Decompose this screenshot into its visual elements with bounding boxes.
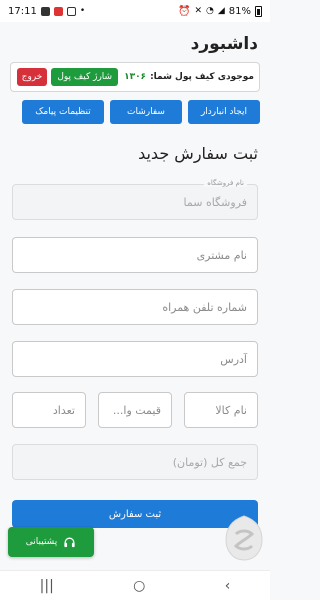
orders-button[interactable]: سفارشات	[110, 100, 182, 124]
quantity-placeholder: تعداد	[52, 403, 75, 417]
sms-settings-button[interactable]: تنظیمات پیامک	[22, 100, 104, 124]
phone-input[interactable]: شماره تلفن همراه	[12, 289, 258, 325]
customer-name-placeholder: نام مشتری	[196, 248, 247, 262]
address-input[interactable]: آدرس	[12, 341, 258, 377]
phone-placeholder: شماره تلفن همراه	[162, 300, 247, 314]
customer-name-input[interactable]: نام مشتری	[12, 237, 258, 273]
headset-icon	[63, 536, 76, 549]
wallet-card: موجودی کیف پول شما: ۱۳۰۶ شارژ کیف پول خر…	[10, 62, 260, 92]
product-name-input[interactable]: نام کالا	[184, 392, 258, 428]
battery-percent: 81%	[228, 5, 251, 17]
store-name-legend: نام فروشگاه	[204, 179, 247, 187]
store-name-field: نام فروشگاه فروشگاه سما	[12, 179, 258, 220]
status-right: ⏰ ✕ ◔ ◢ 81%	[177, 5, 262, 17]
mute-icon: ✕	[194, 6, 202, 16]
alarm-icon: ⏰	[177, 5, 191, 17]
app-notification-icon	[53, 6, 63, 16]
support-label: پشتیبانی	[25, 537, 58, 547]
dashboard-page: داشبورد موجودی کیف پول شما: ۱۳۰۶ شارژ کی…	[0, 22, 270, 570]
store-name-value: فروشگاه سما	[183, 195, 247, 209]
wallet-balance-label: موجودی کیف پول شما:	[150, 72, 254, 82]
total-field: جمع کل (تومان)	[12, 444, 258, 480]
logout-button[interactable]: خروج	[16, 68, 48, 86]
charge-wallet-button[interactable]: شارژ کیف پول	[51, 68, 119, 86]
support-button[interactable]: پشتیبانی	[8, 527, 94, 557]
product-row: نام کالا قیمت وا... تعداد	[12, 392, 258, 428]
signal-icon: ◢	[217, 6, 225, 16]
page-title: داشبورد	[190, 34, 258, 54]
image-icon	[66, 6, 76, 16]
form-title: ثبت سفارش جدید	[138, 144, 258, 163]
product-name-placeholder: نام کالا	[215, 403, 247, 417]
notification-icon	[40, 6, 50, 16]
wifi-icon: ◔	[205, 6, 214, 16]
system-nav-bar: ||| ○ ‹	[0, 570, 270, 600]
wallet-balance-amount: ۱۳۰۶	[124, 72, 147, 82]
create-warehouse-button[interactable]: ایجاد انباردار	[188, 100, 260, 124]
total-placeholder: جمع کل (تومان)	[172, 455, 247, 469]
quantity-input[interactable]: تعداد	[12, 392, 86, 428]
app-logo-icon	[225, 515, 263, 561]
recent-apps-icon[interactable]: |||	[40, 578, 54, 594]
address-placeholder: آدرس	[220, 352, 247, 366]
battery-icon	[255, 5, 262, 17]
more-dots-icon: •	[79, 6, 86, 16]
home-icon[interactable]: ○	[133, 578, 145, 594]
status-bar: 17:11 • ⏰ ✕ ◔ ◢ 81%	[0, 0, 270, 22]
back-icon[interactable]: ‹	[225, 578, 231, 594]
status-left: 17:11 •	[8, 6, 85, 17]
unit-price-input[interactable]: قیمت وا...	[98, 392, 172, 428]
submit-order-button[interactable]: ثبت سفارش	[12, 500, 258, 528]
unit-price-placeholder: قیمت وا...	[112, 403, 161, 417]
nav-buttons: ایجاد انباردار سفارشات تنظیمات پیامک	[10, 100, 260, 124]
status-time: 17:11	[8, 5, 37, 17]
